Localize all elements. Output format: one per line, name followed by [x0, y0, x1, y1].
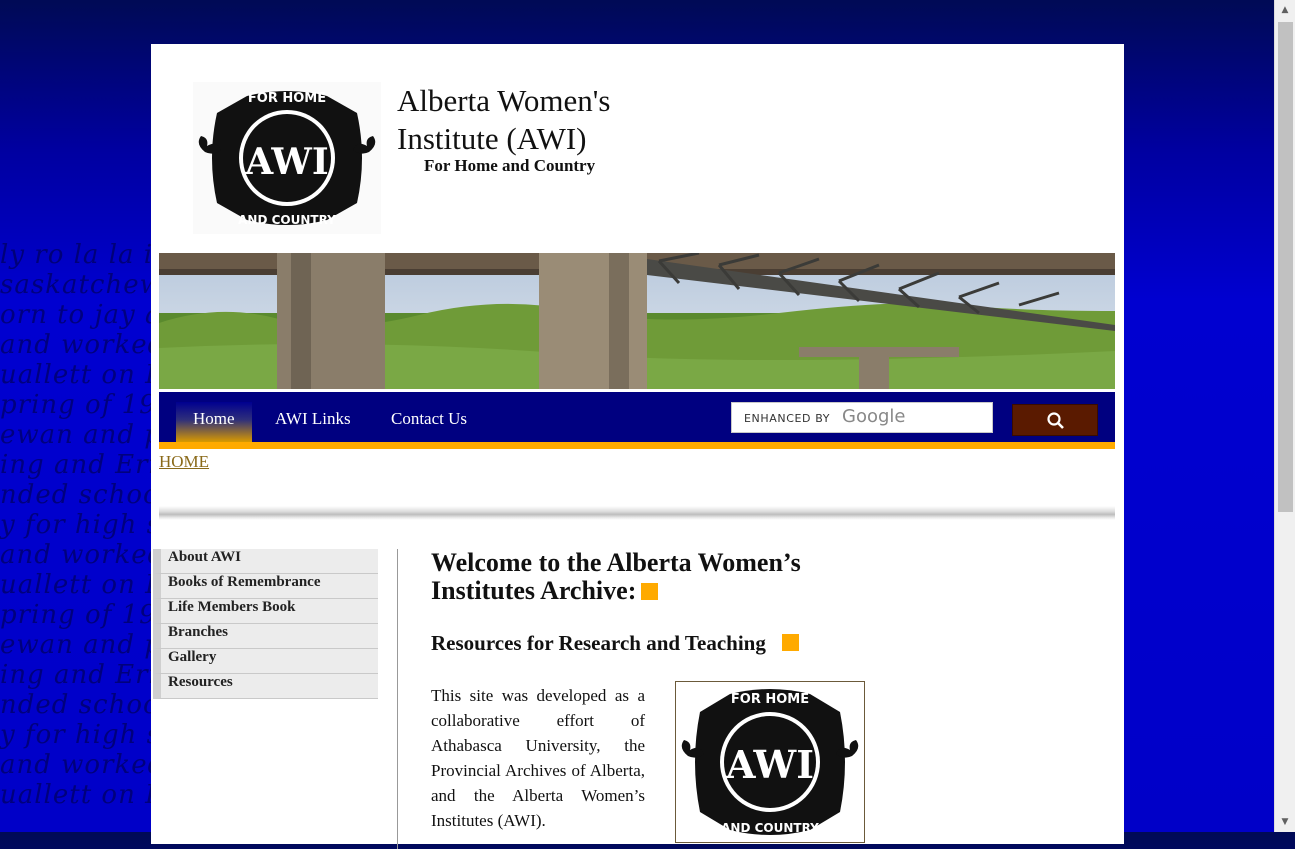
search-icon: [1047, 412, 1064, 429]
accent-square-icon: [781, 634, 799, 651]
column-divider: [397, 549, 398, 849]
sidebar-item-about-awi[interactable]: About AWI: [153, 549, 378, 574]
scroll-down-arrow-icon[interactable]: ▼: [1275, 812, 1295, 832]
svg-text:AND COUNTRY: AND COUNTRY: [721, 821, 819, 835]
awi-logo[interactable]: FOR HOME AND COUNTRY AWI: [193, 82, 381, 234]
nav-contact-us[interactable]: Contact Us: [374, 402, 484, 442]
svg-text:AWI: AWI: [725, 742, 814, 787]
sidebar-item-gallery[interactable]: Gallery: [153, 649, 378, 674]
sidebar-item-life-members-book[interactable]: Life Members Book: [153, 599, 378, 624]
sidebar-menu: About AWI Books of Remembrance Life Memb…: [153, 549, 378, 699]
page-title-text: Welcome to the Alberta Women’s Institute…: [431, 548, 801, 605]
svg-text:FOR HOME: FOR HOME: [731, 692, 809, 707]
page-title: Welcome to the Alberta Women’s Institute…: [431, 549, 871, 605]
scrollbar-thumb[interactable]: [1278, 22, 1293, 512]
main-content: Welcome to the Alberta Women’s Institute…: [431, 549, 871, 843]
vertical-scrollbar[interactable]: ▲ ▼: [1274, 0, 1295, 832]
sidebar-item-resources[interactable]: Resources: [153, 674, 378, 699]
search-input[interactable]: ENHANCED BY Google: [731, 402, 993, 433]
svg-text:AND COUNTRY: AND COUNTRY: [238, 213, 336, 227]
page-subtitle: Resources for Research and Teaching: [431, 631, 871, 656]
svg-text:FOR HOME: FOR HOME: [248, 91, 326, 106]
search-button[interactable]: [1012, 404, 1098, 436]
google-brand: Google: [842, 406, 906, 427]
awi-logo-thumbnail[interactable]: FOR HOME AND COUNTRY AWI: [675, 681, 865, 843]
page-container: FOR HOME AND COUNTRY AWI Alberta Women's…: [151, 44, 1124, 849]
main-nav: Home AWI Links Contact Us ENHANCED BY Go…: [159, 392, 1115, 449]
accent-square-icon: [641, 583, 659, 600]
svg-text:AWI: AWI: [244, 141, 328, 183]
breadcrumb-home[interactable]: HOME: [159, 452, 209, 472]
divider-shadow: [159, 506, 1115, 520]
site-title: Alberta Women's Institute (AWI): [397, 83, 611, 156]
sidebar-item-branches[interactable]: Branches: [153, 624, 378, 649]
sidebar-item-books-of-remembrance[interactable]: Books of Remembrance: [153, 574, 378, 599]
site-tagline: For Home and Country: [424, 156, 596, 175]
bridge-banner-image: [159, 253, 1115, 389]
scroll-up-arrow-icon[interactable]: ▲: [1275, 0, 1295, 20]
page-subtitle-text: Resources for Research and Teaching: [431, 631, 766, 655]
search-placeholder-prefix: ENHANCED BY: [744, 412, 831, 425]
nav-home[interactable]: Home: [176, 402, 252, 442]
nav-awi-links[interactable]: AWI Links: [258, 402, 368, 442]
intro-paragraph: This site was developed as a collaborati…: [431, 686, 645, 830]
